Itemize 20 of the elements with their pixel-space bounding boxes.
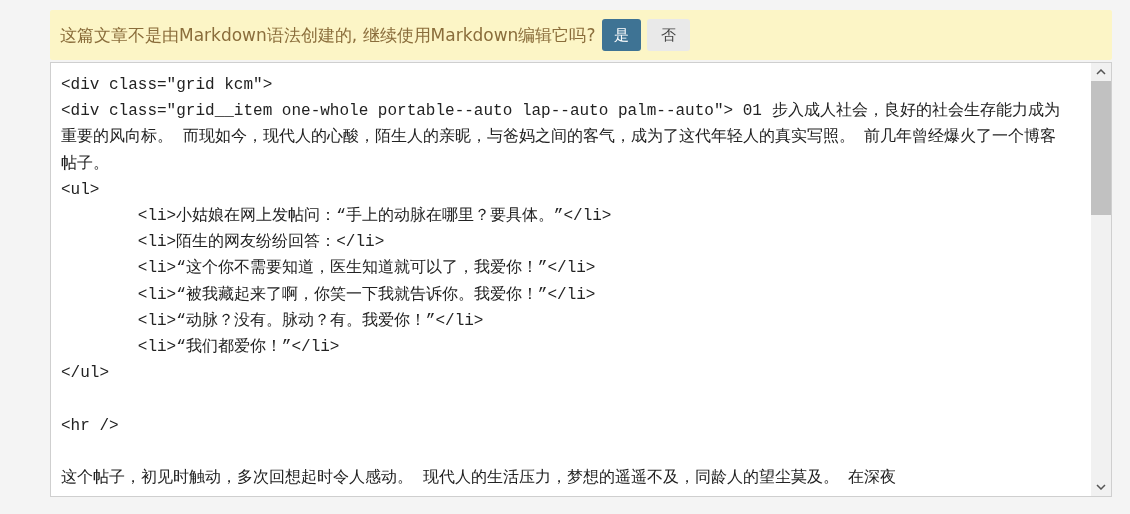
notice-message: 这篇文章不是由Markdown语法创建的, 继续使用Markdown编辑它吗? [60, 23, 596, 47]
code-line: <li>小姑娘在网上发帖问：“手上的动脉在哪里？要具体。”</li> [136, 205, 613, 227]
code-line: <div class="grid__item one-whole portable--auto lap--auto palm--auto"> 01 步入成人社会，良好的社会生存能力成为重要的风向标。 而现如今，现代人的心酸，陌生人的亲昵，与爸妈之间的客气，成为了这代年轻人的真实写照。 前几年曾经爆火了一个博客帖子。 [61, 100, 1061, 175]
code-line: <hr /> [61, 415, 120, 437]
cancel-button[interactable]: 否 [647, 19, 691, 51]
scrollbar-thumb[interactable] [1091, 81, 1111, 215]
code-line: <li>“这个你不需要知道，医生知道就可以了，我爱你！”</li> [136, 257, 597, 280]
scrollbar[interactable] [1091, 63, 1111, 496]
code-line: <ul> [61, 179, 101, 201]
confirm-button[interactable]: 是 [602, 19, 642, 51]
code-line: </ul> [61, 363, 110, 385]
code-line: <li>“我们都爱你！”</li> [136, 337, 341, 359]
code-line: <li>陌生的网友纷纷回答：</li> [136, 231, 386, 254]
text-editor[interactable] [50, 62, 1112, 497]
scroll-down-icon[interactable] [1096, 484, 1106, 490]
code-line: 这个帖子，初见时触动，多次回想起时令人感动。 现代人的生活压力，梦想的遥遥不及，同龄人的望尘莫及。 在深夜 [61, 467, 898, 489]
code-line: <li>“被我藏起来了啊，你笑一下我就告诉你。我爱你！”</li> [136, 284, 597, 306]
code-line: <li>“动脉？没有。脉动？有。我爱你！”</li> [136, 310, 485, 332]
code-line: <div class="grid kcm"> [61, 75, 274, 96]
scroll-up-icon[interactable] [1096, 69, 1106, 75]
